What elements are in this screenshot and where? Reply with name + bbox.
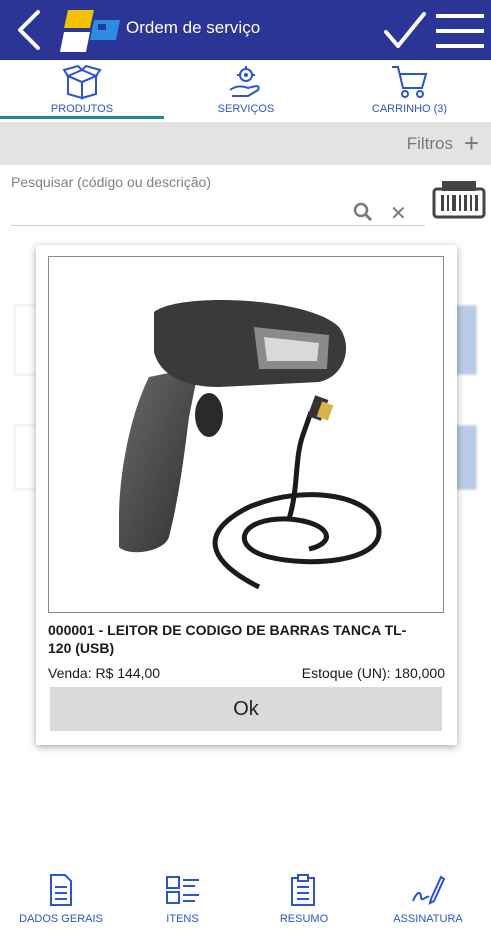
clipboard-icon (291, 874, 315, 906)
box-icon (62, 64, 102, 100)
bottom-navigation: DADOS GERAIS ITENS RESUMO ASSINATURA (0, 869, 491, 929)
tab-servicos-label: SERVIÇOS (217, 103, 275, 115)
hamburger-menu-icon[interactable] (436, 12, 484, 50)
tab-carrinho[interactable]: CARRINHO (3) (328, 60, 491, 120)
app-header: Ordem de serviço (0, 0, 491, 60)
ok-button[interactable]: Ok (50, 687, 442, 731)
nav-dados-gerais-label: DADOS GERAIS (19, 913, 103, 925)
tab-produtos-label: PRODUTOS (50, 103, 114, 115)
back-arrow-icon[interactable] (10, 8, 50, 52)
items-list-icon (165, 876, 199, 904)
barcode-scanner-product-image (119, 300, 382, 590)
filters-bar[interactable]: Filtros + (0, 122, 491, 165)
search-icon[interactable] (352, 201, 374, 223)
document-icon (50, 874, 72, 906)
product-title: 000001 - LEITOR DE CODIGO DE BARRAS TANC… (48, 622, 407, 656)
tab-carrinho-label: CARRINHO (3) (371, 103, 448, 115)
cart-icon (391, 66, 427, 98)
nav-itens-label: ITENS (166, 913, 199, 925)
nav-itens[interactable]: ITENS (122, 869, 243, 929)
app-screen: Ordem de serviço PRODUTOS SERVIÇOS CARRI… (0, 0, 491, 929)
product-detail-dialog: 000001 - LEITOR DE CODIGO DE BARRAS TANC… (36, 245, 457, 745)
tab-produtos[interactable]: PRODUTOS (0, 60, 164, 120)
nav-resumo-label: RESUMO (279, 913, 329, 925)
filters-label: Filtros (406, 134, 453, 153)
plus-icon[interactable]: + (464, 128, 479, 159)
nav-dados-gerais[interactable]: DADOS GERAIS (0, 869, 122, 929)
product-image (48, 256, 444, 613)
page-title: Ordem de serviço (126, 18, 261, 37)
app-logo (60, 10, 120, 52)
search-area: Pesquisar (código ou descrição) ✕ (0, 165, 491, 235)
product-stock: Estoque (UN): 180,000 (301, 665, 445, 681)
confirm-check-icon[interactable] (382, 10, 428, 52)
search-underline (11, 225, 425, 226)
barcode-scanner-icon[interactable] (432, 179, 486, 219)
service-hand-gear-icon (229, 66, 260, 97)
tab-bar: PRODUTOS SERVIÇOS CARRINHO (3) (0, 60, 491, 120)
close-icon[interactable]: ✕ (390, 201, 407, 226)
active-tab-indicator (0, 116, 164, 119)
nav-assinatura[interactable]: ASSINATURA (365, 869, 491, 929)
nav-assinatura-label: ASSINATURA (393, 913, 463, 925)
signature-pen-icon (412, 875, 445, 905)
tab-servicos[interactable]: SERVIÇOS (164, 60, 328, 120)
search-input[interactable]: Pesquisar (código ou descrição) (11, 174, 211, 190)
product-price: Venda: R$ 144,00 (48, 665, 161, 681)
nav-resumo[interactable]: RESUMO (243, 869, 365, 929)
